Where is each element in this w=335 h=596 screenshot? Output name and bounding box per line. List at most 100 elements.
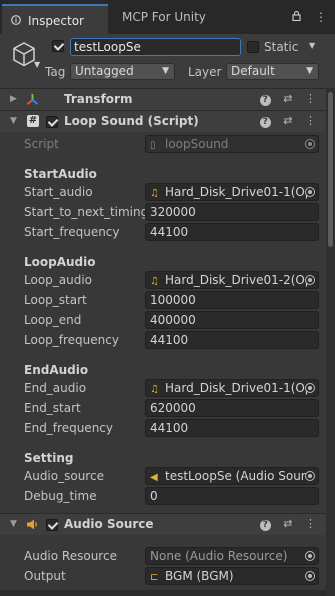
output-value: BGM (BGM) [165, 569, 234, 583]
vertical-scrollbar[interactable] [326, 88, 335, 596]
transform-icon [26, 94, 39, 105]
object-picker-icon [305, 139, 315, 149]
tab-mcp-for-unity[interactable]: MCP For Unity [122, 6, 206, 28]
start-frequency-label: Start_frequency [24, 225, 120, 239]
fold-down-icon[interactable]: ▼ [10, 116, 17, 126]
loop-audio-header: LoopAudio [24, 255, 96, 269]
bottom-strip [0, 590, 326, 596]
start-audio-label: Start_audio [24, 185, 93, 199]
static-checkbox[interactable] [247, 41, 259, 53]
loop-start-label: Loop_start [24, 293, 87, 307]
loop-audio-label: Loop_audio [24, 273, 93, 287]
fold-right-icon[interactable]: ▶ [10, 94, 17, 104]
object-picker-icon[interactable] [305, 383, 315, 393]
lock-icon[interactable] [292, 10, 305, 24]
audio-resource-label: Audio Resource [24, 549, 117, 563]
chevron-down-icon: ▼ [306, 66, 313, 76]
end-start-input[interactable]: 620000 [145, 399, 319, 417]
tag-dropdown[interactable]: Untagged ▼ [70, 63, 175, 80]
loop-sound-header[interactable]: ▼ # Loop Sound (Script) ? ⇄ ⋮ [0, 110, 326, 132]
chevron-down-icon: ▼ [162, 66, 169, 76]
audio-clip-icon: ♫ [150, 384, 159, 395]
tab-tools: ⋮ [282, 10, 327, 24]
transform-header[interactable]: ▶ Transform ? ⇄ ⋮ [0, 88, 326, 110]
help-icon[interactable]: ? [259, 117, 271, 128]
loop-frequency-label: Loop_frequency [24, 333, 119, 347]
sliders-icon[interactable]: ⇄ [283, 517, 292, 530]
debug-time-label: Debug_time [24, 489, 97, 503]
tab-inspector-label: Inspector [28, 14, 84, 28]
audio-clip-icon: ♫ [150, 276, 159, 287]
help-icon[interactable]: ? [259, 520, 271, 531]
end-audio-label: End_audio [24, 381, 87, 395]
static-dropdown-icon[interactable]: ▼ [309, 41, 315, 50]
audio-source-label: Audio_source [24, 469, 104, 483]
end-audio-field[interactable]: ♫ Hard_Disk_Drive01-1(Op [145, 379, 319, 397]
setting-header: Setting [24, 451, 74, 465]
tag-label: Tag [45, 65, 66, 79]
loop-end-input[interactable]: 400000 [145, 311, 319, 329]
object-picker-icon[interactable] [305, 571, 315, 581]
speaker-icon: ◀ [150, 472, 158, 483]
start-audio-field[interactable]: ♫ Hard_Disk_Drive01-1(Op [145, 183, 319, 201]
tab-inspector[interactable]: Inspector [2, 4, 108, 34]
end-start-label: End_start [24, 401, 81, 415]
script-value: loopSound [165, 137, 229, 151]
more-vertical-icon[interactable]: ⋮ [305, 92, 316, 105]
component-tools: ? ⇄ ⋮ [251, 92, 316, 106]
transform-title: Transform [64, 92, 133, 106]
audio-clip-icon: ♫ [150, 188, 159, 199]
object-picker-icon[interactable] [305, 471, 315, 481]
loop-sound-enabled-checkbox[interactable] [46, 116, 58, 128]
more-vertical-icon[interactable]: ⋮ [305, 517, 316, 530]
component-tools: ? ⇄ ⋮ [251, 114, 316, 128]
loop-sound-title: Loop Sound (Script) [64, 114, 199, 128]
layer-value: Default [231, 64, 275, 78]
more-vertical-icon[interactable]: ⋮ [305, 114, 316, 127]
tag-value: Untagged [75, 64, 134, 78]
layer-label: Layer [188, 65, 222, 79]
fold-down-icon[interactable]: ▼ [10, 519, 17, 529]
start-frequency-input[interactable]: 44100 [145, 223, 319, 241]
script-label: Script [24, 137, 59, 151]
start-next-timing-input[interactable]: 320000 [145, 203, 319, 221]
end-audio-header: EndAudio [24, 363, 89, 377]
output-field[interactable]: ⊏ BGM (BGM) [145, 567, 319, 585]
more-vertical-icon[interactable]: ⋮ [315, 10, 327, 24]
loop-audio-value: Hard_Disk_Drive01-2(Op [165, 273, 313, 287]
tab-bar: Inspector MCP For Unity ⋮ [0, 0, 335, 34]
audio-source-title: Audio Source [64, 517, 154, 531]
sliders-icon[interactable]: ⇄ [283, 114, 292, 127]
loop-audio-field[interactable]: ♫ Hard_Disk_Drive01-2(Op [145, 271, 319, 289]
chevron-down-icon[interactable]: ▼ [34, 60, 40, 69]
object-picker-icon[interactable] [305, 551, 315, 561]
mixer-group-icon: ⊏ [150, 572, 159, 583]
audio-resource-value: None (Audio Resource) [150, 549, 288, 563]
start-audio-value: Hard_Disk_Drive01-1(Op [165, 185, 313, 199]
help-icon[interactable]: ? [259, 95, 271, 106]
audio-source-value: testLoopSe (Audio Sourc [165, 469, 313, 483]
start-audio-header: StartAudio [24, 167, 97, 181]
audio-source-field[interactable]: ◀ testLoopSe (Audio Sourc [145, 467, 319, 485]
audio-source-header[interactable]: ▼ Audio Source ? ⇄ ⋮ [0, 513, 326, 535]
script-field: ▯ loopSound [145, 135, 319, 153]
component-tools: ? ⇄ ⋮ [251, 517, 316, 531]
loop-frequency-input[interactable]: 44100 [145, 331, 319, 349]
sliders-icon[interactable]: ⇄ [283, 92, 292, 105]
script-icon: # [27, 115, 39, 127]
active-checkbox[interactable] [52, 40, 64, 52]
debug-time-input[interactable]: 0 [145, 487, 319, 505]
gameobject-header: ▼ testLoopSe Static ▼ Tag Untagged ▼ Lay… [0, 34, 335, 89]
layer-dropdown[interactable]: Default ▼ [226, 63, 319, 80]
info-icon [11, 15, 21, 25]
gameobject-name-input[interactable]: testLoopSe [70, 38, 241, 56]
object-picker-icon[interactable] [305, 275, 315, 285]
audio-source-enabled-checkbox[interactable] [46, 519, 58, 531]
end-frequency-input[interactable]: 44100 [145, 419, 319, 437]
audio-resource-field[interactable]: None (Audio Resource) [145, 547, 319, 565]
scrollbar-thumb[interactable] [328, 92, 333, 247]
output-label: Output [24, 569, 66, 583]
object-picker-icon[interactable] [305, 187, 315, 197]
loop-start-input[interactable]: 100000 [145, 291, 319, 309]
speaker-icon [27, 519, 37, 530]
